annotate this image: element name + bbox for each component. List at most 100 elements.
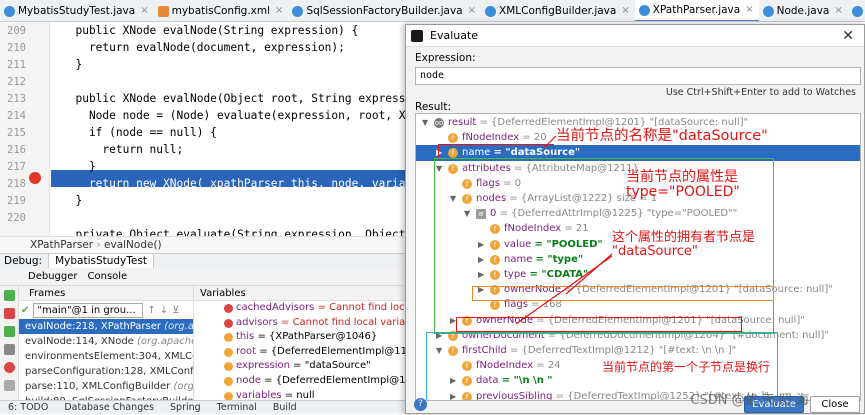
variable-icon [224,362,233,372]
line-number: 214 [7,110,26,122]
result-label: Result: [415,101,451,113]
frames-header: Frames [19,286,193,301]
tab-4[interactable]: XPathParser.java × [634,0,759,21]
variable-value: = "dataSource" [293,360,371,372]
stack-frame[interactable]: evalNode:114, XNode (org.apache.ibatis [19,334,193,349]
code-line: return evalNode(document, expression); [62,41,345,54]
variable-row[interactable]: root = {DeferredElementImpl@1175} "[en [194,345,405,360]
tab-label: SqlSessionFactoryBuilder.java [306,5,463,17]
frame-method: parse:110, XMLConfigBuilder [25,381,171,392]
watches-hint: Use Ctrl+Shift+Enter to add to Watches [665,87,856,98]
watermark: CSDN @依 天 照 海 [690,393,809,408]
stack-frame[interactable]: environmentsElement:304, XMLConfigBu [19,349,193,364]
up-arrow-icon[interactable]: ↑ [147,305,155,316]
mute-breakpoints-icon[interactable] [4,380,15,391]
code-line: } [62,194,83,207]
breakpoint-icon[interactable] [29,172,41,184]
stack-frame[interactable]: parseConfiguration:128, XMLConfigBuilde [19,364,193,379]
breadcrumb: XPathParser › evalNode() [0,236,405,253]
frame-method: environmentsElement:304, XMLConfigBu [25,351,193,362]
tab-console[interactable]: Console [88,268,128,285]
tab-label: Node.java [776,5,830,17]
close-button[interactable]: Close [810,396,860,413]
intellij-logo-icon [411,30,423,42]
debug-session-tab[interactable]: MybatisStudyTest [48,254,154,268]
stop-icon[interactable] [4,308,15,319]
class-icon [762,5,774,17]
frame-package: (org.apach [173,381,193,392]
tab-1[interactable]: mybatisConfig.xml × [154,0,289,21]
tab-6[interactable]: Node.class× [848,0,865,21]
xml-icon [157,5,169,17]
frame-method: parseConfiguration:128, XMLConfigBuilde [25,366,193,377]
error-icon [224,304,233,313]
variable-name: advisors [236,316,278,328]
line-gutter: 209 210 211 212 213 214 215 216 217 218 219 220 [0,22,50,236]
pause-icon[interactable] [4,344,15,355]
breadcrumb-method[interactable]: evalNode() [104,239,162,251]
tool-window-tab[interactable]: Database Changes [64,401,154,414]
line-number: 215 [7,127,26,139]
code-line: public XNode evalNode(String expression)… [62,24,359,37]
variable-name: expression [236,360,290,372]
tab-3[interactable]: XMLConfigBuilder.java × [481,0,635,21]
breadcrumb-class[interactable]: XPathParser [30,239,93,251]
tab-debugger[interactable]: Debugger [28,268,78,285]
tab-label: XMLConfigBuilder.java [499,5,617,17]
code-editor[interactable]: 209 210 211 212 213 214 215 216 217 218 219 220 pub… [0,22,405,236]
filter-icon[interactable]: ⊻ [172,305,179,316]
variable-row[interactable]: cachedAdvisors = Cannot find local varia… [194,301,405,316]
dialog-title: Evaluate [430,29,479,42]
close-tab-icon[interactable]: × [621,0,629,21]
tool-window-tab[interactable]: Terminal [217,401,257,414]
close-tab-icon[interactable]: × [745,0,753,21]
variable-row[interactable]: variables = null [194,389,405,400]
thread-select[interactable]: "main"@1 in grou... [33,302,144,318]
tab-2[interactable]: SqlSessionFactoryBuilder.java × [288,0,481,21]
close-tab-icon[interactable]: × [275,0,283,21]
close-icon[interactable]: ✕ [842,25,854,47]
line-number: 216 [7,144,26,156]
help-button[interactable]: ? [414,398,427,411]
variable-name: this [236,331,255,343]
stack-frame[interactable]: parse:110, XMLConfigBuilder (org.apach [19,379,193,394]
resume-icon[interactable] [4,326,15,337]
variable-row[interactable]: advisors = Cannot find local variable 'a… [194,316,405,331]
expression-label: Expression: [415,52,476,64]
code-line: Node node = (Node) evaluate(expression, … [88,109,405,122]
variable-name: variables [236,389,282,400]
close-tab-icon[interactable]: × [140,0,148,21]
tool-window-tab[interactable]: Build [273,401,297,414]
tab-label: XPathParser.java [652,4,741,16]
dialog-title-bar: Evaluate ✕ [406,25,864,47]
stack-frame[interactable]: evalNode:218, XPathParser (org.apache.i [19,319,193,334]
close-tab-icon[interactable]: × [468,0,476,21]
check-icon: ✔ [21,304,30,316]
tab-5[interactable]: Node.java × [759,0,848,21]
variable-row[interactable]: expression = "dataSource" [194,359,405,374]
down-arrow-icon[interactable]: ↓ [160,305,168,316]
variable-row[interactable]: node = {DeferredElementImpl@1201} "[d [194,374,405,389]
code-line: if (node == null) { [62,126,217,139]
tab-0[interactable]: MybatisStudyTest.java × [0,0,154,21]
frame-method: evalNode:114, XNode [25,336,134,347]
close-tab-icon[interactable]: × [834,0,842,21]
variable-value: = null [284,389,315,400]
debug-toolbar: Debugger Console [0,268,405,286]
rerun-icon[interactable] [4,290,15,301]
editor-tab-bar: MybatisStudyTest.java × mybatisConfig.xml ×… [0,0,865,22]
variable-name: node [236,374,261,386]
line-number: 209 [7,25,26,37]
tool-window-tab[interactable]: Spring [170,401,201,414]
frames-panel: Frames ✔ "main"@1 in grou... ↑ ↓ ⊻ evalN… [19,286,194,400]
class-icon [485,5,497,17]
code-line: } [62,160,96,173]
variable-value: = {DeferredElementImpl@1175} "[en [259,345,405,357]
variable-row[interactable]: this = {XPathParser@1046} [194,330,405,345]
debug-side-toolbar [0,286,19,400]
result-tree[interactable]: ▼ oo result = {DeferredElementImpl@1201} "… [415,113,861,401]
tool-window-tab[interactable]: 6: TODO [8,401,48,414]
expression-input[interactable]: node [415,67,861,85]
frame-method: evalNode:218, XPathParser [25,321,162,332]
view-breakpoints-icon[interactable] [4,362,15,373]
